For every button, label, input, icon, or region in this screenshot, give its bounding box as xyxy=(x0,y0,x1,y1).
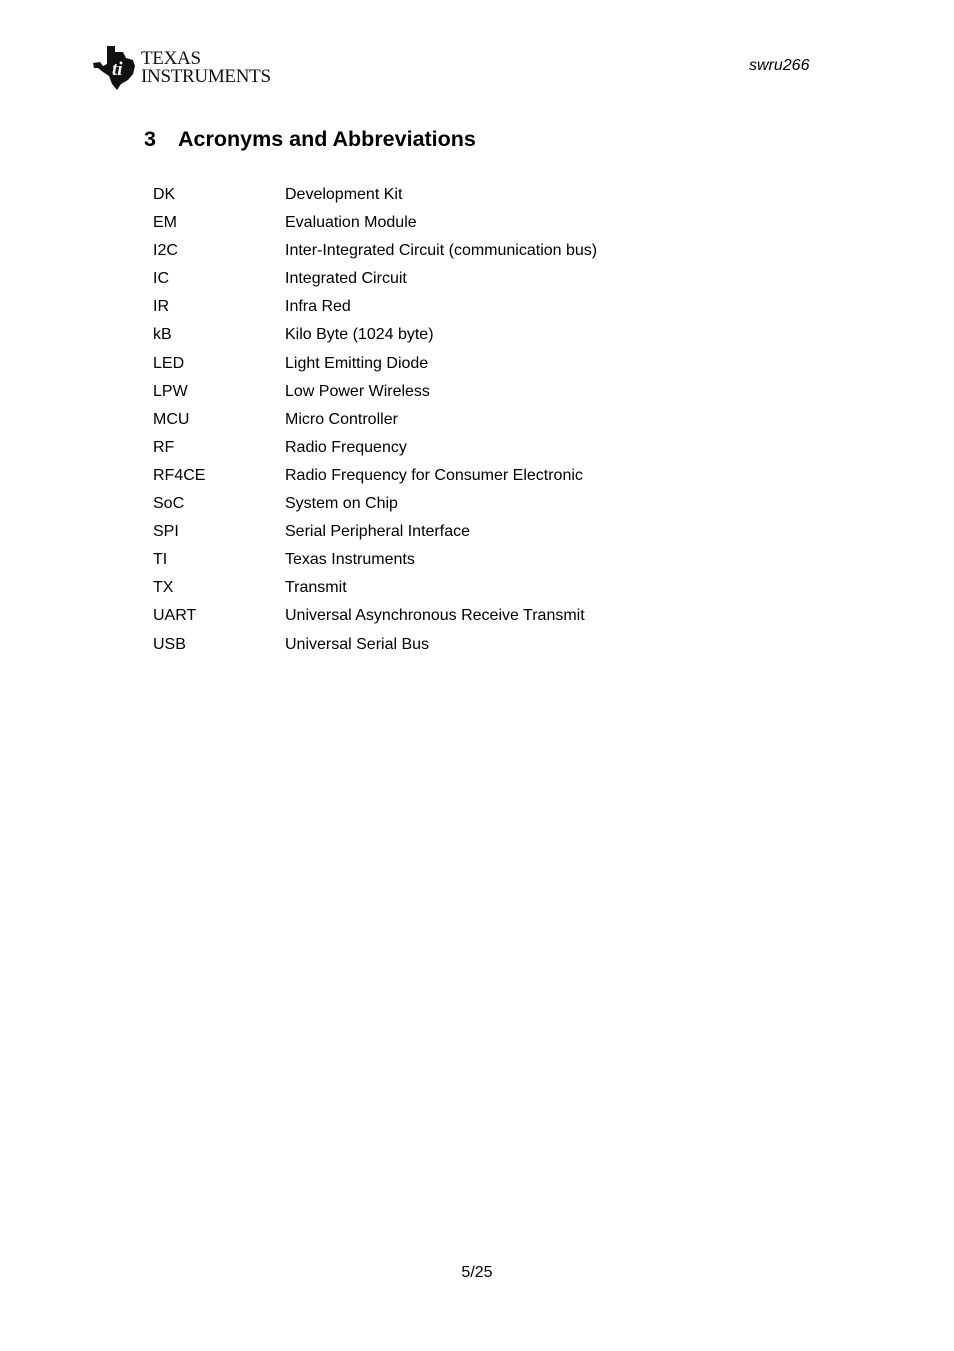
acronym-row: TX Transmit xyxy=(153,578,597,606)
acronym-row: DK Development Kit xyxy=(153,185,597,213)
logo-line-2: Instruments xyxy=(141,66,271,87)
acronym-definition: Inter-Integrated Circuit (communication … xyxy=(285,242,598,260)
acronym-definition: Radio Frequency xyxy=(285,438,407,456)
acronym-definition: Micro Controller xyxy=(285,410,398,428)
acronym-row: LED Light Emitting Diode xyxy=(153,354,597,382)
section-number: 3 xyxy=(144,127,156,151)
acronym-term: DK xyxy=(153,186,176,203)
acronym-definition: Texas Instruments xyxy=(285,551,415,569)
document-id: swru266 xyxy=(749,57,810,74)
acronym-term: IR xyxy=(153,298,169,316)
section-title: Acronyms and Abbreviations xyxy=(178,127,476,151)
acronym-row: TI Texas Instruments xyxy=(153,550,597,578)
acronym-definition: Universal Serial Bus xyxy=(285,635,430,653)
acronym-row: I2C Inter-Integrated Circuit (communicati… xyxy=(153,241,597,269)
company-logo: ti Texas Instruments xyxy=(93,44,288,94)
acronym-definition: Low Power Wireless xyxy=(285,382,430,400)
acronym-term: TX xyxy=(153,579,174,597)
acronym-row: RF4CE Radio Frequency for Consumer Electr… xyxy=(153,466,597,494)
acronym-term: MCU xyxy=(153,410,190,428)
acronym-term: LED xyxy=(153,354,185,372)
acronym-term: TI xyxy=(153,551,168,569)
acronym-definition: System on Chip xyxy=(285,495,398,513)
acronym-definition: Transmit xyxy=(285,579,347,597)
acronym-row: RF Radio Frequency xyxy=(153,438,597,466)
acronym-row: IC Integrated Circuit xyxy=(153,269,597,297)
acronym-definition: Kilo Byte (1024 byte) xyxy=(285,326,434,344)
acronym-definition: Serial Peripheral Interface xyxy=(285,523,470,541)
acronym-row: SoC System on Chip xyxy=(153,494,597,522)
acronym-term: UART xyxy=(153,607,197,625)
acronym-term: IC xyxy=(153,270,169,288)
acronym-definition: Development Kit xyxy=(285,186,403,203)
acronym-term: EM xyxy=(153,214,177,232)
acronym-row: kB Kilo Byte (1024 byte) xyxy=(153,325,597,353)
acronym-list: DK Development Kit EM Evaluation Module I2… xyxy=(153,185,597,663)
texas-instruments-logo-icon: ti xyxy=(93,46,135,90)
acronym-row: LPW Low Power Wireless xyxy=(153,382,597,410)
acronym-row: USB Universal Serial Bus xyxy=(153,635,597,663)
acronym-definition: Universal Asynchronous Receive Transmit xyxy=(285,607,585,625)
acronym-definition: Integrated Circuit xyxy=(285,270,407,288)
acronym-term: LPW xyxy=(153,382,188,400)
acronym-definition: Evaluation Module xyxy=(285,214,417,232)
acronym-definition: Light Emitting Diode xyxy=(285,354,429,372)
acronym-row: UART Universal Asynchronous Receive Trans… xyxy=(153,606,597,634)
acronym-term: I2C xyxy=(153,242,178,260)
svg-text:ti: ti xyxy=(112,59,123,80)
acronym-term: RF xyxy=(153,438,175,456)
acronym-term: kB xyxy=(153,326,172,344)
acronym-row: SPI Serial Peripheral Interface xyxy=(153,522,597,550)
acronym-term: SPI xyxy=(153,523,179,541)
acronym-definition: Radio Frequency for Consumer Electronic xyxy=(285,466,583,484)
logo-wordmark: Texas Instruments xyxy=(141,49,271,87)
acronym-term: RF4CE xyxy=(153,466,206,484)
section-heading: 3 Acronyms and Abbreviations xyxy=(144,127,476,152)
acronym-term: USB xyxy=(153,635,186,653)
acronym-row: IR Infra Red xyxy=(153,297,597,325)
acronym-definition: Infra Red xyxy=(285,298,351,316)
page-number: 5/25 xyxy=(461,1264,493,1281)
acronym-term: SoC xyxy=(153,495,185,513)
acronym-row: MCU Micro Controller xyxy=(153,410,597,438)
acronym-row: EM Evaluation Module xyxy=(153,213,597,241)
